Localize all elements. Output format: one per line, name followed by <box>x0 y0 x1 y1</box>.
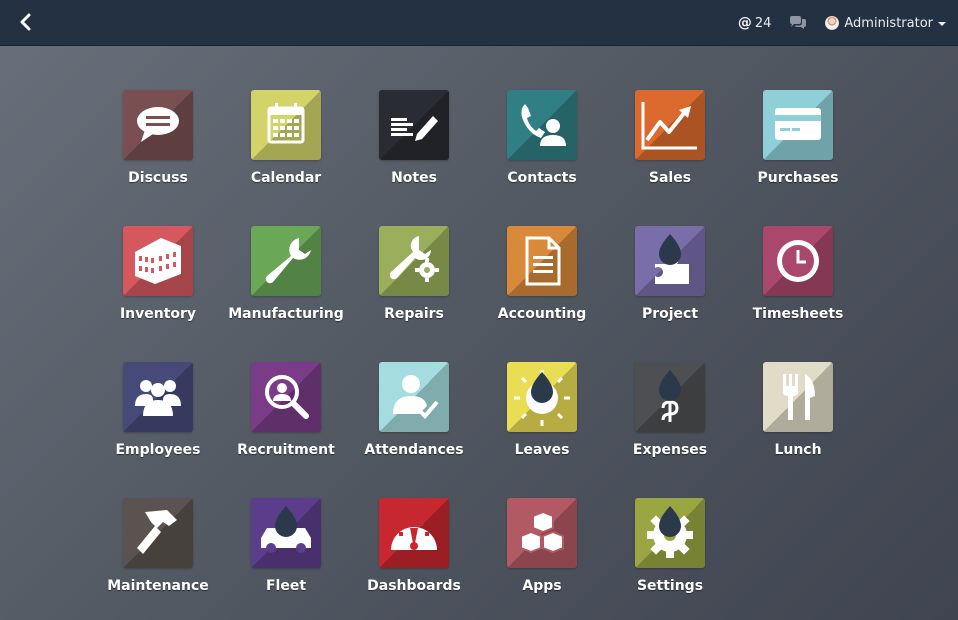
app-label: Contacts <box>507 170 577 186</box>
phone-contact-icon <box>507 90 577 160</box>
app-label: Settings <box>636 578 704 594</box>
mentions-count: 24 <box>754 15 772 31</box>
app-label: Timesheets <box>752 306 844 322</box>
mentions-button[interactable]: @ 24 <box>738 15 772 31</box>
app-label: Accounting <box>497 306 587 322</box>
chat-bubbles-icon <box>790 16 807 29</box>
gear-drop-icon <box>635 498 705 568</box>
warehouse-icon <box>123 226 193 296</box>
app-lunch[interactable]: Lunch <box>734 362 862 498</box>
notes-pencil-icon <box>379 90 449 160</box>
sales-chart-icon <box>635 90 705 160</box>
app-fleet[interactable]: Fleet <box>222 498 350 620</box>
systray: @ 24 Administrator <box>738 0 946 46</box>
app-label: Leaves <box>514 442 570 458</box>
app-label: Manufacturing <box>228 306 344 322</box>
app-label: Discuss <box>128 170 188 186</box>
fork-knife-icon <box>763 362 833 432</box>
app-label: Inventory <box>119 306 197 322</box>
app-sales[interactable]: Sales <box>606 90 734 226</box>
puzzle-drop-icon <box>635 226 705 296</box>
app-label: Sales <box>648 170 692 186</box>
app-timesheets[interactable]: Timesheets <box>734 226 862 362</box>
magnifier-person-icon <box>251 362 321 432</box>
app-repairs[interactable]: Repairs <box>350 226 478 362</box>
app-label: Repairs <box>384 306 444 322</box>
app-accounting[interactable]: Accounting <box>478 226 606 362</box>
app-label: Calendar <box>250 170 322 186</box>
sun-drop-icon <box>507 362 577 432</box>
cubes-icon <box>507 498 577 568</box>
app-maintenance[interactable]: Maintenance <box>94 498 222 620</box>
app-dashboards[interactable]: Dashboards <box>350 498 478 620</box>
app-label: Attendances <box>364 442 464 458</box>
back-button[interactable] <box>14 10 36 34</box>
app-purchases[interactable]: Purchases <box>734 90 862 226</box>
app-attendances[interactable]: Attendances <box>350 362 478 498</box>
app-label: Employees <box>115 442 201 458</box>
app-manufacturing[interactable]: Manufacturing <box>222 226 350 362</box>
app-expenses[interactable]: Expenses <box>606 362 734 498</box>
app-grid: Discuss Calendar Notes Contacts Sales Pu… <box>94 90 862 620</box>
app-leaves[interactable]: Leaves <box>478 362 606 498</box>
user-menu[interactable]: Administrator <box>825 16 946 31</box>
app-recruitment[interactable]: Recruitment <box>222 362 350 498</box>
app-label: Apps <box>522 578 562 594</box>
app-calendar[interactable]: Calendar <box>222 90 350 226</box>
app-label: Fleet <box>265 578 307 594</box>
wrench-icon <box>251 226 321 296</box>
calendar-icon <box>251 90 321 160</box>
app-label: Notes <box>391 170 437 186</box>
app-label: Expenses <box>632 442 708 458</box>
app-settings[interactable]: Settings <box>606 498 734 620</box>
app-label: Dashboards <box>367 578 461 594</box>
app-apps[interactable]: Apps <box>478 498 606 620</box>
app-label: Lunch <box>774 442 822 458</box>
document-icon <box>507 226 577 296</box>
car-drop-icon <box>251 498 321 568</box>
app-label: Purchases <box>757 170 839 186</box>
app-discuss[interactable]: Discuss <box>94 90 222 226</box>
app-notes[interactable]: Notes <box>350 90 478 226</box>
credit-card-icon <box>763 90 833 160</box>
chevron-left-icon <box>20 13 31 31</box>
team-icon <box>123 362 193 432</box>
messages-button[interactable] <box>789 16 807 30</box>
app-employees[interactable]: Employees <box>94 362 222 498</box>
app-label: Recruitment <box>237 442 335 458</box>
wrench-gear-icon <box>379 226 449 296</box>
money-drop-icon <box>635 362 705 432</box>
top-navbar: @ 24 Administrator <box>0 0 958 46</box>
app-label: Maintenance <box>107 578 209 594</box>
caret-down-icon <box>938 22 946 26</box>
clock-icon <box>763 226 833 296</box>
app-project[interactable]: Project <box>606 226 734 362</box>
hammer-icon <box>123 498 193 568</box>
chat-bubble-icon <box>123 90 193 160</box>
app-inventory[interactable]: Inventory <box>94 226 222 362</box>
at-sign-icon: @ <box>737 15 752 31</box>
user-name: Administrator <box>844 15 933 31</box>
app-label: Project <box>641 306 699 322</box>
avatar <box>825 16 840 30</box>
gauge-icon <box>379 498 449 568</box>
person-check-icon <box>379 362 449 432</box>
app-contacts[interactable]: Contacts <box>478 90 606 226</box>
